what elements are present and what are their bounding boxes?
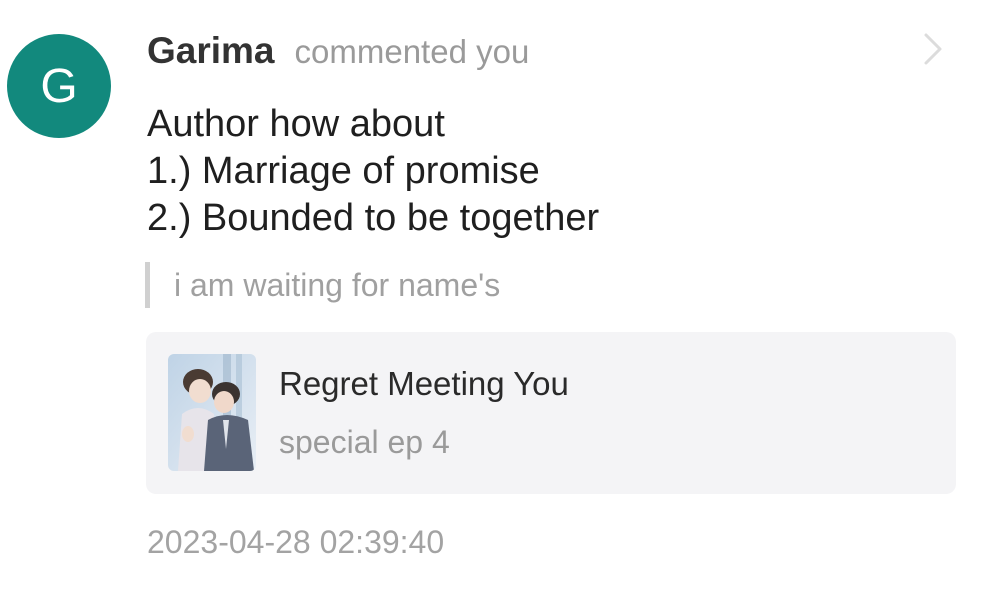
book-title: Regret Meeting You [279, 365, 569, 402]
book-episode: special ep 4 [279, 424, 450, 460]
action-text: commented you [294, 33, 530, 70]
book-cover-image [168, 354, 256, 471]
username-link[interactable]: Garima [147, 30, 275, 72]
comment-line: 1.) Marriage of promise [147, 150, 540, 192]
comment-notification: G Garima commented you Author how about … [0, 0, 1002, 600]
chevron-right-icon[interactable] [918, 30, 948, 68]
timestamp: 2023-04-28 02:39:40 [147, 524, 445, 560]
comment-line: Author how about [147, 103, 445, 145]
quote-text: i am waiting for name's [174, 266, 501, 303]
book-card[interactable]: Regret Meeting You special ep 4 [146, 332, 956, 494]
comment-text: Author how about 1.) Marriage of promise… [147, 101, 947, 242]
avatar-initial: G [40, 59, 78, 113]
notification-header: Garima commented you [147, 30, 529, 76]
comment-line: 2.) Bounded to be together [147, 197, 600, 239]
quote-bar [145, 262, 150, 308]
quoted-comment: i am waiting for name's [145, 262, 500, 308]
user-avatar[interactable]: G [7, 34, 111, 138]
